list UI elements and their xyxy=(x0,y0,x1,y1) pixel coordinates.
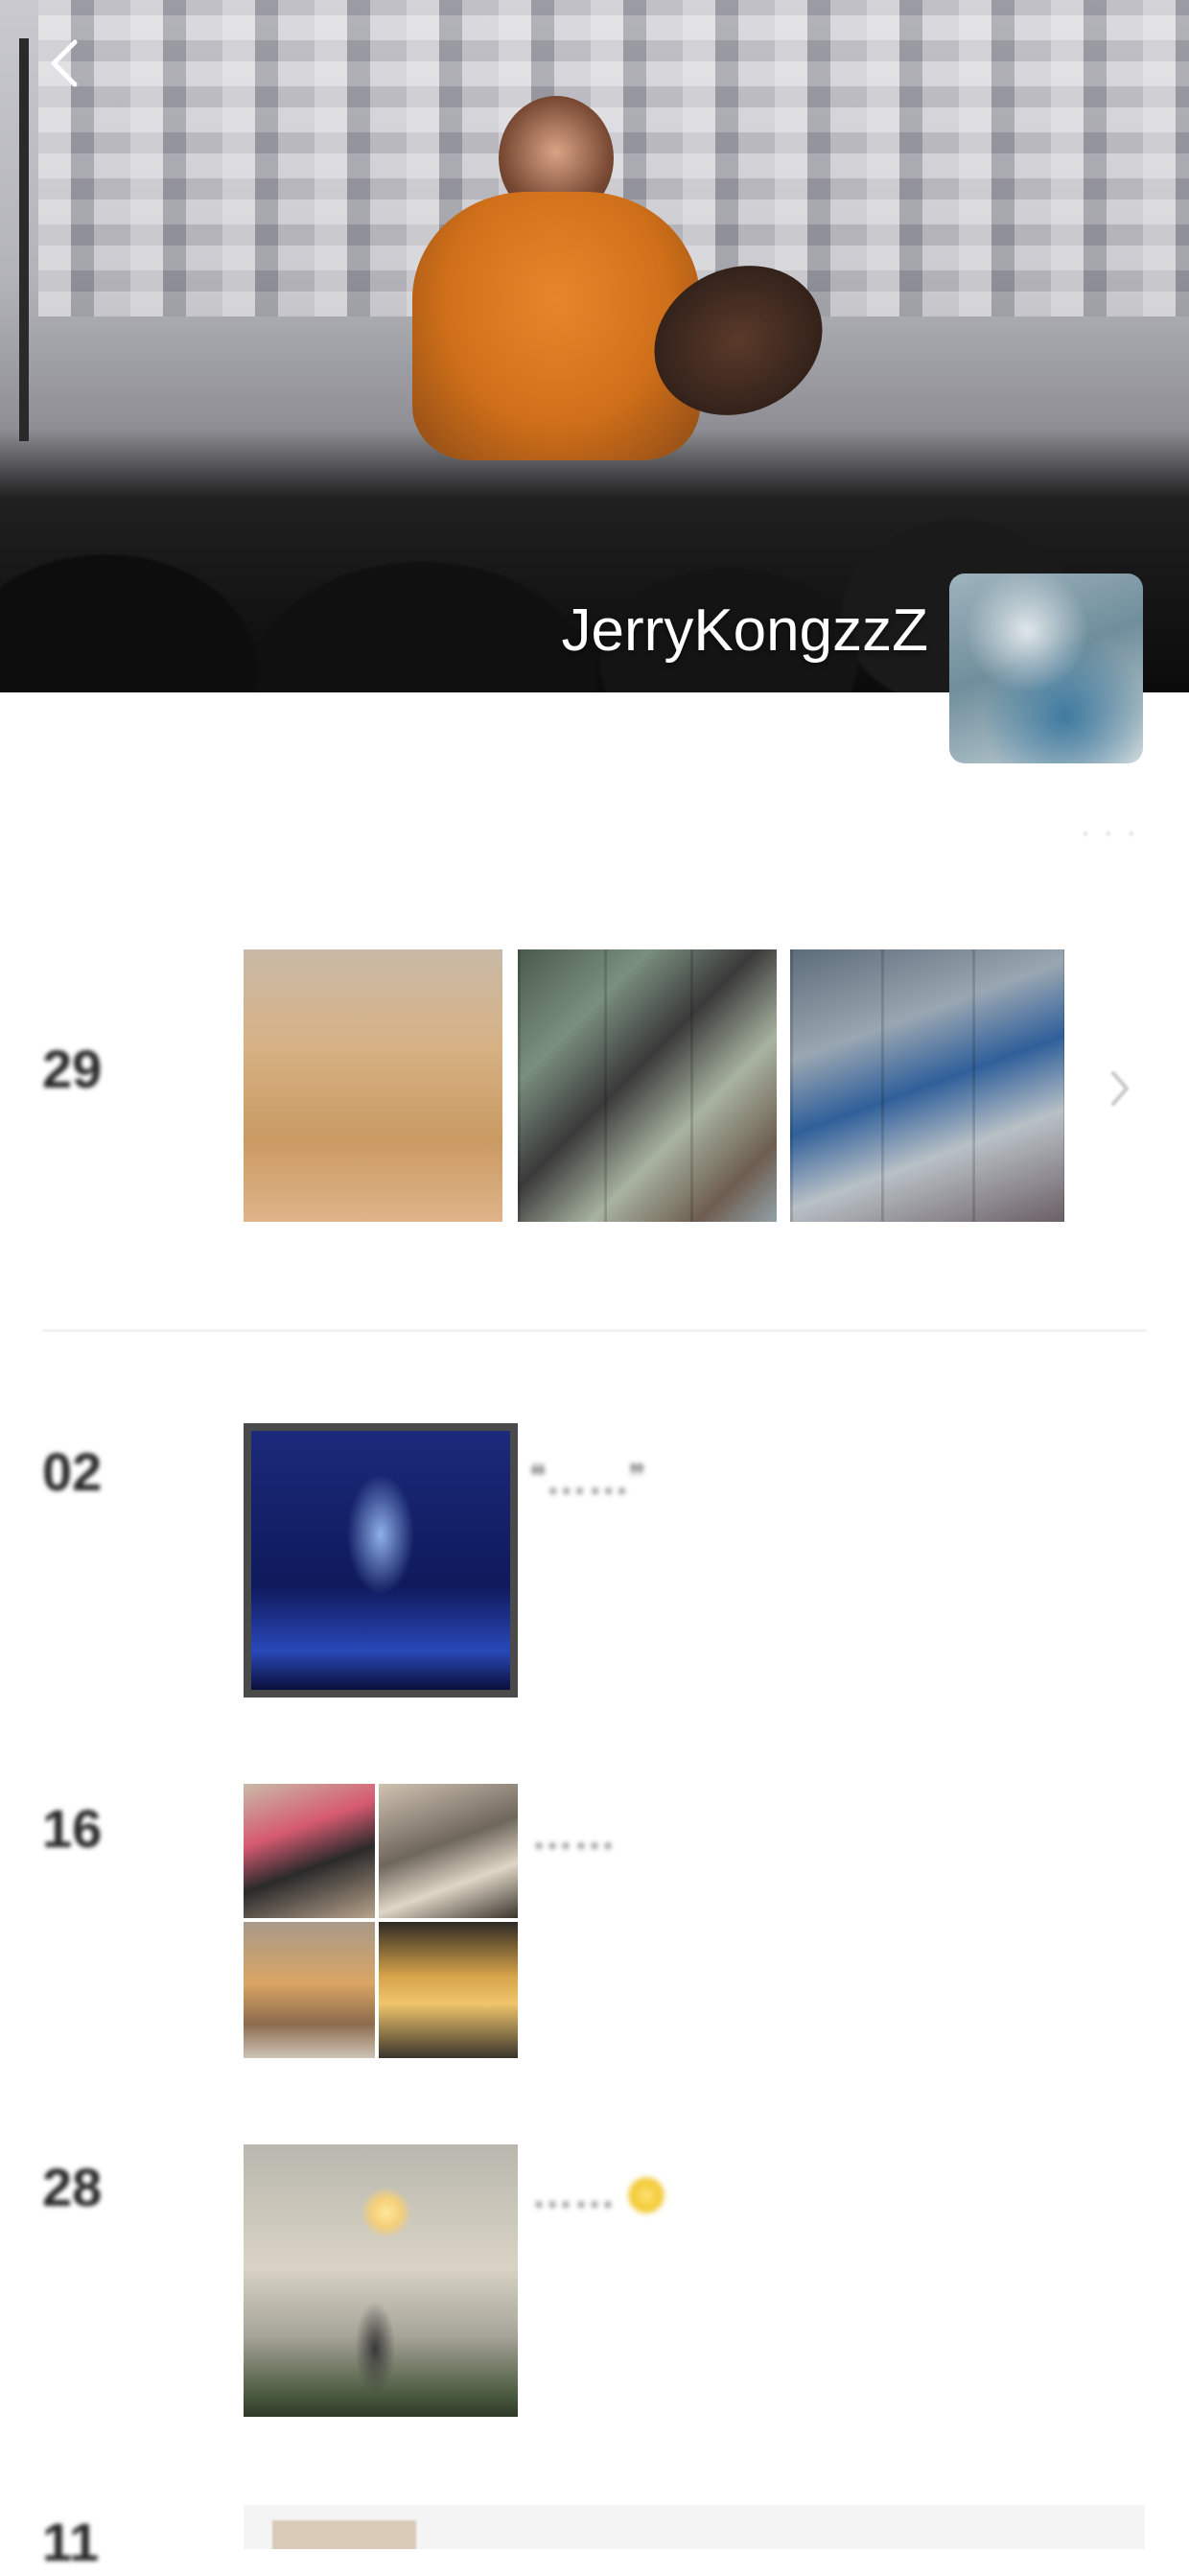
sparkle-emoji-icon xyxy=(627,2176,666,2215)
entry-day: 29 xyxy=(42,1039,103,1099)
post-text: “……” xyxy=(531,1456,644,1503)
entry-day: 02 xyxy=(42,1441,103,1502)
photo-thumbnail[interactable] xyxy=(244,1784,375,1918)
timeline-entry[interactable]: 02 “……” xyxy=(0,1423,1189,1701)
photo-thumbnail[interactable] xyxy=(244,1922,375,2058)
timeline-entry[interactable]: 28 …… xyxy=(0,2144,1189,2423)
chevron-right-icon xyxy=(1111,1071,1129,1106)
link-thumbnail xyxy=(272,2520,416,2549)
entry-day: 11 xyxy=(42,2512,100,2572)
chevron-left-icon xyxy=(51,39,78,87)
back-button[interactable] xyxy=(35,35,92,92)
timeline-entry[interactable]: 16 …… xyxy=(0,1784,1189,2062)
photo-thumbnail[interactable] xyxy=(790,949,1064,1222)
timeline-entry[interactable]: 11 xyxy=(0,2505,1189,2572)
section-divider xyxy=(42,1329,1147,1332)
entry-date: 02 xyxy=(42,1439,102,1506)
photo-thumbnail[interactable] xyxy=(244,949,502,1222)
post-text-content: …… xyxy=(531,2169,616,2216)
entry-date: 11 xyxy=(42,2509,99,2576)
shared-link-card[interactable] xyxy=(244,2505,1145,2549)
avatar[interactable] xyxy=(949,574,1143,763)
photo-thumbnail[interactable] xyxy=(379,1922,518,2058)
timeline-entry[interactable]: 29 xyxy=(0,949,1189,1228)
post-text: …… xyxy=(531,1811,616,1858)
photo-thumbnail[interactable] xyxy=(244,2144,518,2417)
profile-signature: · · · xyxy=(1081,817,1139,846)
photo-thumbnail[interactable] xyxy=(379,1784,518,1918)
mic-stand xyxy=(19,38,29,441)
entry-day: 28 xyxy=(42,2157,103,2217)
photo-thumbnail[interactable] xyxy=(244,1423,518,1698)
post-text: …… xyxy=(531,2158,896,2235)
more-photos-button[interactable] xyxy=(1103,1066,1137,1111)
username[interactable]: JerryKongzzZ xyxy=(562,593,928,669)
entry-date: 16 xyxy=(42,1795,102,1862)
photo-thumbnail[interactable] xyxy=(518,949,777,1222)
entry-date: 28 xyxy=(42,2154,102,2221)
entry-date: 29 xyxy=(42,1036,102,1103)
entry-day: 16 xyxy=(42,1798,103,1859)
performer-body xyxy=(412,192,700,460)
